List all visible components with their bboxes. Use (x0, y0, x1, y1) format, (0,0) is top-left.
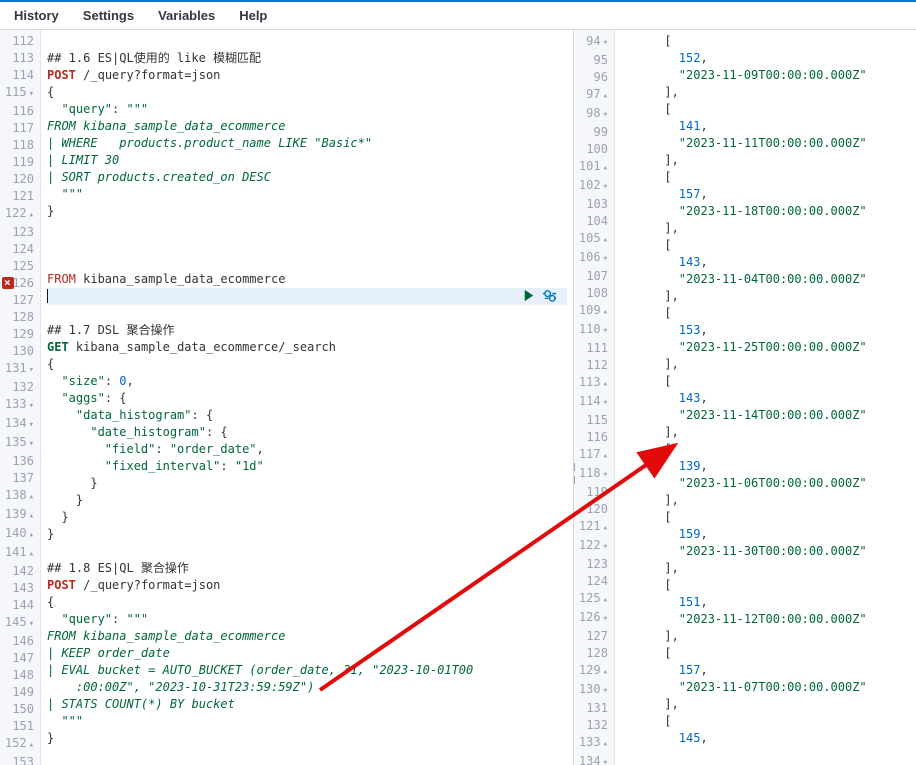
settings-icon[interactable] (542, 288, 557, 303)
request-gutter: 112113114115▾116117118119120121122▴12312… (0, 30, 41, 765)
request-editor[interactable]: 112113114115▾116117118119120121122▴12312… (0, 30, 574, 765)
run-icon[interactable] (521, 288, 536, 303)
response-viewer[interactable]: 94▾959697▴98▾99100101▴102▾103104105▴106▾… (574, 30, 916, 765)
menu-help[interactable]: Help (239, 8, 267, 23)
response-code: [ 152, "2023-11-09T00:00:00.000Z" ], [ 1… (615, 30, 916, 765)
response-gutter: 94▾959697▴98▾99100101▴102▾103104105▴106▾… (574, 30, 615, 765)
menu-variables[interactable]: Variables (158, 8, 215, 23)
menu-history[interactable]: History (14, 8, 59, 23)
menu-settings[interactable]: Settings (83, 8, 134, 23)
menu-bar: History Settings Variables Help (0, 2, 916, 30)
request-code[interactable]: ## 1.6 ES|QL使用的 like 模糊匹配POST /_query?fo… (41, 30, 573, 765)
